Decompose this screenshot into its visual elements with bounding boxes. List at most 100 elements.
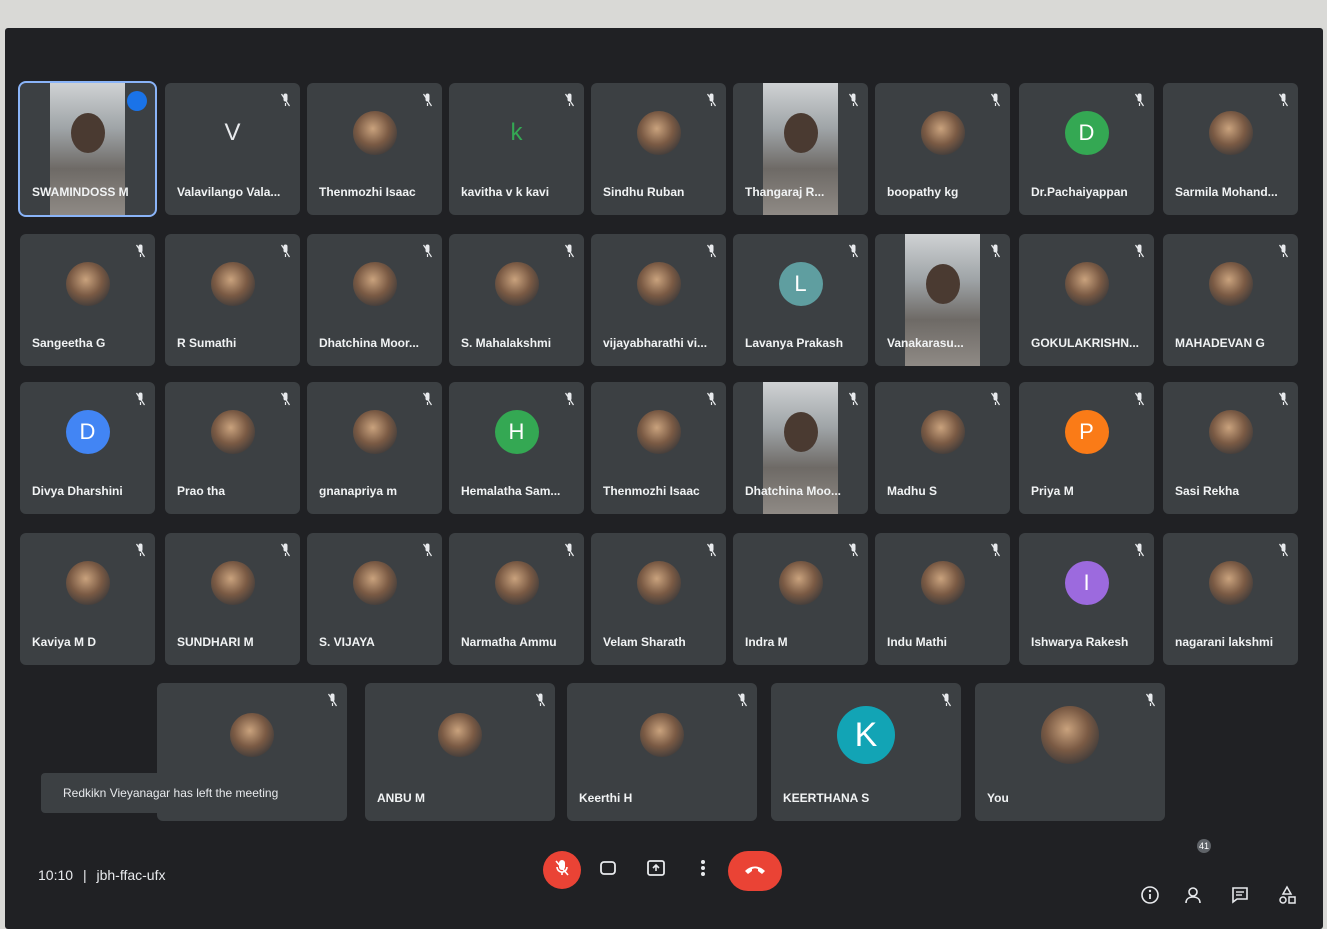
mic-toggle-button[interactable]: [543, 851, 581, 889]
avatar: [920, 111, 965, 156]
participant-tile[interactable]: Indra M: [733, 533, 868, 665]
mic-muted-icon: [849, 244, 858, 258]
more-options-button[interactable]: [688, 855, 718, 885]
participant-tile[interactable]: V Valavilango Vala...: [165, 83, 300, 215]
participant-tile[interactable]: H Hemalatha Sam...: [449, 382, 584, 514]
activities-icon: [1277, 884, 1297, 910]
participant-tile[interactable]: SUNDHARI M: [165, 533, 300, 665]
participant-tile[interactable]: ANBU M: [365, 683, 555, 821]
mic-muted-icon: [1135, 244, 1144, 258]
participant-name: Keerthi H: [579, 791, 633, 805]
meeting-info-button[interactable]: [1135, 882, 1165, 912]
participant-tile[interactable]: I Ishwarya Rakesh: [1019, 533, 1154, 665]
avatar: L: [778, 262, 823, 307]
participant-tile[interactable]: k kavitha v k kavi: [449, 83, 584, 215]
participant-tile[interactable]: Thangaraj R...: [733, 83, 868, 215]
participant-tile[interactable]: Indu Mathi: [875, 533, 1010, 665]
mic-muted-icon: [281, 543, 290, 557]
participant-name: GOKULAKRISHN...: [1031, 336, 1139, 350]
participant-tile[interactable]: vijayabharathi vi...: [591, 234, 726, 366]
participant-tile[interactable]: K KEERTHANA S: [771, 683, 961, 821]
participant-tile[interactable]: nagarani lakshmi: [1163, 533, 1298, 665]
avatar: [636, 410, 681, 455]
mic-muted-icon: [1279, 244, 1288, 258]
participant-tile[interactable]: Prao tha: [165, 382, 300, 514]
participant-tile[interactable]: Sindhu Ruban: [591, 83, 726, 215]
participant-name: Madhu S: [887, 484, 937, 498]
participant-tile[interactable]: D Divya Dharshini: [20, 382, 155, 514]
participant-tile[interactable]: Kaviya M D: [20, 533, 155, 665]
participant-tile[interactable]: Velam Sharath: [591, 533, 726, 665]
participant-tile[interactable]: SWAMINDOSS M: [18, 81, 157, 217]
participant-name: Indu Mathi: [887, 635, 947, 649]
participant-name: Thangaraj R...: [745, 185, 825, 199]
mic-muted-icon: [565, 392, 574, 406]
participant-tile[interactable]: GOKULAKRISHN...: [1019, 234, 1154, 366]
people-button[interactable]: [1180, 882, 1210, 912]
participant-tile[interactable]: Madhu S: [875, 382, 1010, 514]
participant-tile[interactable]: You: [975, 683, 1165, 821]
participant-name: S. VIJAYA: [319, 635, 375, 649]
mic-muted-icon: [328, 693, 337, 707]
avatar: D: [1064, 111, 1109, 156]
mic-muted-icon: [1279, 543, 1288, 557]
avatar: [636, 561, 681, 606]
participant-name: Sangeetha G: [32, 336, 106, 350]
participant-name: Thenmozhi Isaac: [603, 484, 700, 498]
mic-muted-icon: [1146, 693, 1155, 707]
participant-name: Dhatchina Moor...: [319, 336, 420, 350]
info-icon: [1140, 885, 1160, 910]
mic-muted-icon: [707, 392, 716, 406]
separator: |: [82, 867, 87, 883]
participant-name: Hemalatha Sam...: [461, 484, 561, 498]
participant-tile[interactable]: Narmatha Ammu: [449, 533, 584, 665]
participant-tile[interactable]: S. Mahalakshmi: [449, 234, 584, 366]
present-now-button[interactable]: [641, 855, 671, 885]
participant-tile[interactable]: Sarmila Mohand...: [1163, 83, 1298, 215]
participant-tile[interactable]: Vanakarasu...: [875, 234, 1010, 366]
participant-tile[interactable]: Dhatchina Moor...: [307, 234, 442, 366]
person-silhouette: [925, 264, 960, 305]
mic-muted-icon: [849, 543, 858, 557]
participant-name: Sarmila Mohand...: [1175, 185, 1278, 199]
participant-tile[interactable]: MAHADEVAN G: [1163, 234, 1298, 366]
participant-tile[interactable]: D Dr.Pachaiyappan: [1019, 83, 1154, 215]
mic-muted-icon: [565, 244, 574, 258]
participant-tile[interactable]: L Lavanya Prakash: [733, 234, 868, 366]
participant-tile[interactable]: Sangeetha G: [20, 234, 155, 366]
participant-name: Thenmozhi Isaac: [319, 185, 416, 199]
participant-tile[interactable]: S. VIJAYA: [307, 533, 442, 665]
avatar: [494, 262, 539, 307]
camera-toggle-button[interactable]: [593, 855, 623, 885]
participant-name: ANBU M: [377, 791, 425, 805]
participant-name: Vanakarasu...: [887, 336, 964, 350]
avatar: V: [224, 119, 241, 147]
participant-tile[interactable]: boopathy kg: [875, 83, 1010, 215]
left-meeting-toast: Redkikn Vieyanagar has left the meeting: [41, 773, 319, 813]
avatar: [636, 262, 681, 307]
person-silhouette: [70, 113, 105, 154]
participant-tile[interactable]: P Priya M: [1019, 382, 1154, 514]
avatar: H: [494, 410, 539, 455]
participant-tile[interactable]: Sasi Rekha: [1163, 382, 1298, 514]
participant-tile[interactable]: Keerthi H: [567, 683, 757, 821]
participant-name: Kaviya M D: [32, 635, 97, 649]
meeting-code: jbh-ffac-ufx: [96, 867, 166, 883]
participant-tile[interactable]: Thenmozhi Isaac: [591, 382, 726, 514]
leave-call-button[interactable]: [728, 851, 782, 891]
participant-name: Indra M: [745, 635, 788, 649]
participant-tile[interactable]: R Sumathi: [165, 234, 300, 366]
avatar: [210, 262, 255, 307]
participant-name: kavitha v k kavi: [461, 185, 550, 199]
meet-window: SWAMINDOSS M V Valavilango Vala... Thenmozh…: [5, 28, 1323, 929]
chat-button[interactable]: [1225, 882, 1255, 912]
activities-button[interactable]: [1272, 882, 1302, 912]
participant-name: Sasi Rekha: [1175, 484, 1240, 498]
participant-tile[interactable]: Thenmozhi Isaac: [307, 83, 442, 215]
avatar: [640, 713, 684, 758]
participant-tile[interactable]: Dhatchina Moo...: [733, 382, 868, 514]
participant-tile[interactable]: gnanapriya m: [307, 382, 442, 514]
avatar: K: [837, 706, 895, 765]
mic-muted-icon: [281, 93, 290, 107]
mic-muted-icon: [738, 693, 747, 707]
